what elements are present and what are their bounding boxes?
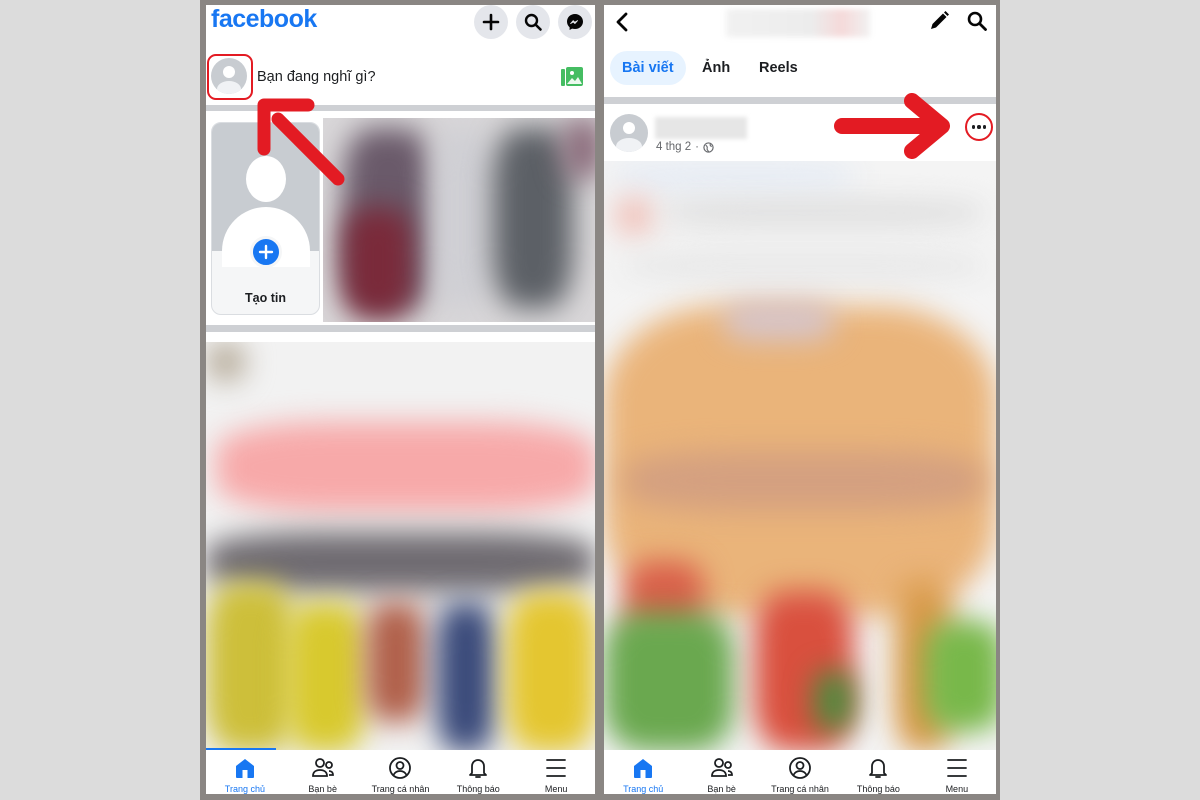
right-phone-screen: Bài viết Ảnh Reels 4 thg 2 · Trang chủ B… xyxy=(604,5,996,794)
top-bar: facebook xyxy=(206,5,595,45)
nav-profile[interactable]: Trang cá nhân xyxy=(761,750,839,794)
nav-notifications[interactable]: Thông báo xyxy=(439,750,517,794)
facebook-logo[interactable]: facebook xyxy=(211,5,317,34)
home-icon xyxy=(235,759,254,778)
friends-icon xyxy=(710,758,733,777)
messenger-icon xyxy=(567,14,583,30)
nav-profile[interactable]: Trang cá nhân xyxy=(362,750,440,794)
section-divider xyxy=(206,325,595,332)
search-icon[interactable] xyxy=(966,10,988,32)
profile-icon xyxy=(789,757,811,779)
plus-icon xyxy=(258,244,274,260)
feed-post-blurred[interactable] xyxy=(206,342,595,750)
pencil-icon[interactable] xyxy=(928,10,950,32)
home-icon xyxy=(634,759,653,778)
nav-home[interactable]: Trang chủ xyxy=(604,750,682,794)
profile-icon xyxy=(389,757,412,779)
menu-icon xyxy=(546,759,566,777)
tab-photos[interactable]: Ảnh xyxy=(690,51,742,85)
left-phone-screen: facebook Bạn đang nghĩ gì? Tạo tin Trang… xyxy=(206,5,595,794)
meta-separator: · xyxy=(695,141,700,153)
top-bar xyxy=(604,5,996,45)
bottom-navigation: Trang chủ Bạn bè Trang cá nhân Thông báo… xyxy=(206,748,595,794)
nav-menu[interactable]: Menu xyxy=(517,750,595,794)
story-thumbnails-blurred[interactable] xyxy=(323,118,595,322)
nav-home[interactable]: Trang chủ xyxy=(206,750,284,794)
more-horizontal-icon xyxy=(971,125,976,129)
create-story-label: Tạo tin xyxy=(245,291,286,305)
plus-icon xyxy=(482,13,500,31)
search-button[interactable] xyxy=(516,5,550,39)
post-author-avatar[interactable] xyxy=(610,114,648,152)
tab-posts[interactable]: Bài viết xyxy=(610,51,686,85)
annotation-arrow xyxy=(834,93,950,159)
annotation-arrow xyxy=(257,98,345,186)
tab-reels[interactable]: Reels xyxy=(747,51,810,85)
friends-icon xyxy=(311,758,334,777)
post-more-options-button[interactable] xyxy=(965,113,993,141)
active-tab-indicator xyxy=(206,748,276,750)
bell-icon xyxy=(869,759,888,778)
add-story-button[interactable] xyxy=(250,236,282,268)
nav-notifications[interactable]: Thông báo xyxy=(839,750,917,794)
post-timestamp[interactable]: 4 thg 2 xyxy=(656,141,691,153)
post-author-name-blurred[interactable] xyxy=(655,117,747,139)
nav-friends[interactable]: Bạn bè xyxy=(284,750,362,794)
composer-placeholder[interactable]: Bạn đang nghĩ gì? xyxy=(257,69,376,85)
messenger-button[interactable] xyxy=(558,5,592,39)
bell-icon xyxy=(469,759,488,778)
search-icon xyxy=(524,13,542,31)
profile-tabs: Bài viết Ảnh Reels xyxy=(604,51,996,91)
bottom-navigation: Trang chủ Bạn bè Trang cá nhân Thông báo… xyxy=(604,750,996,794)
nav-friends[interactable]: Bạn bè xyxy=(682,750,760,794)
post-meta: 4 thg 2 · xyxy=(656,141,714,153)
annotation-highlight xyxy=(207,54,253,100)
page-title-blurred xyxy=(726,9,870,37)
nav-menu[interactable]: Menu xyxy=(918,750,996,794)
globe-icon xyxy=(703,141,714,153)
chevron-left-icon[interactable] xyxy=(612,10,632,34)
create-button[interactable] xyxy=(474,5,508,39)
photo-icon[interactable] xyxy=(561,67,583,87)
post-content-blurred[interactable] xyxy=(604,161,996,750)
menu-icon xyxy=(946,759,967,777)
